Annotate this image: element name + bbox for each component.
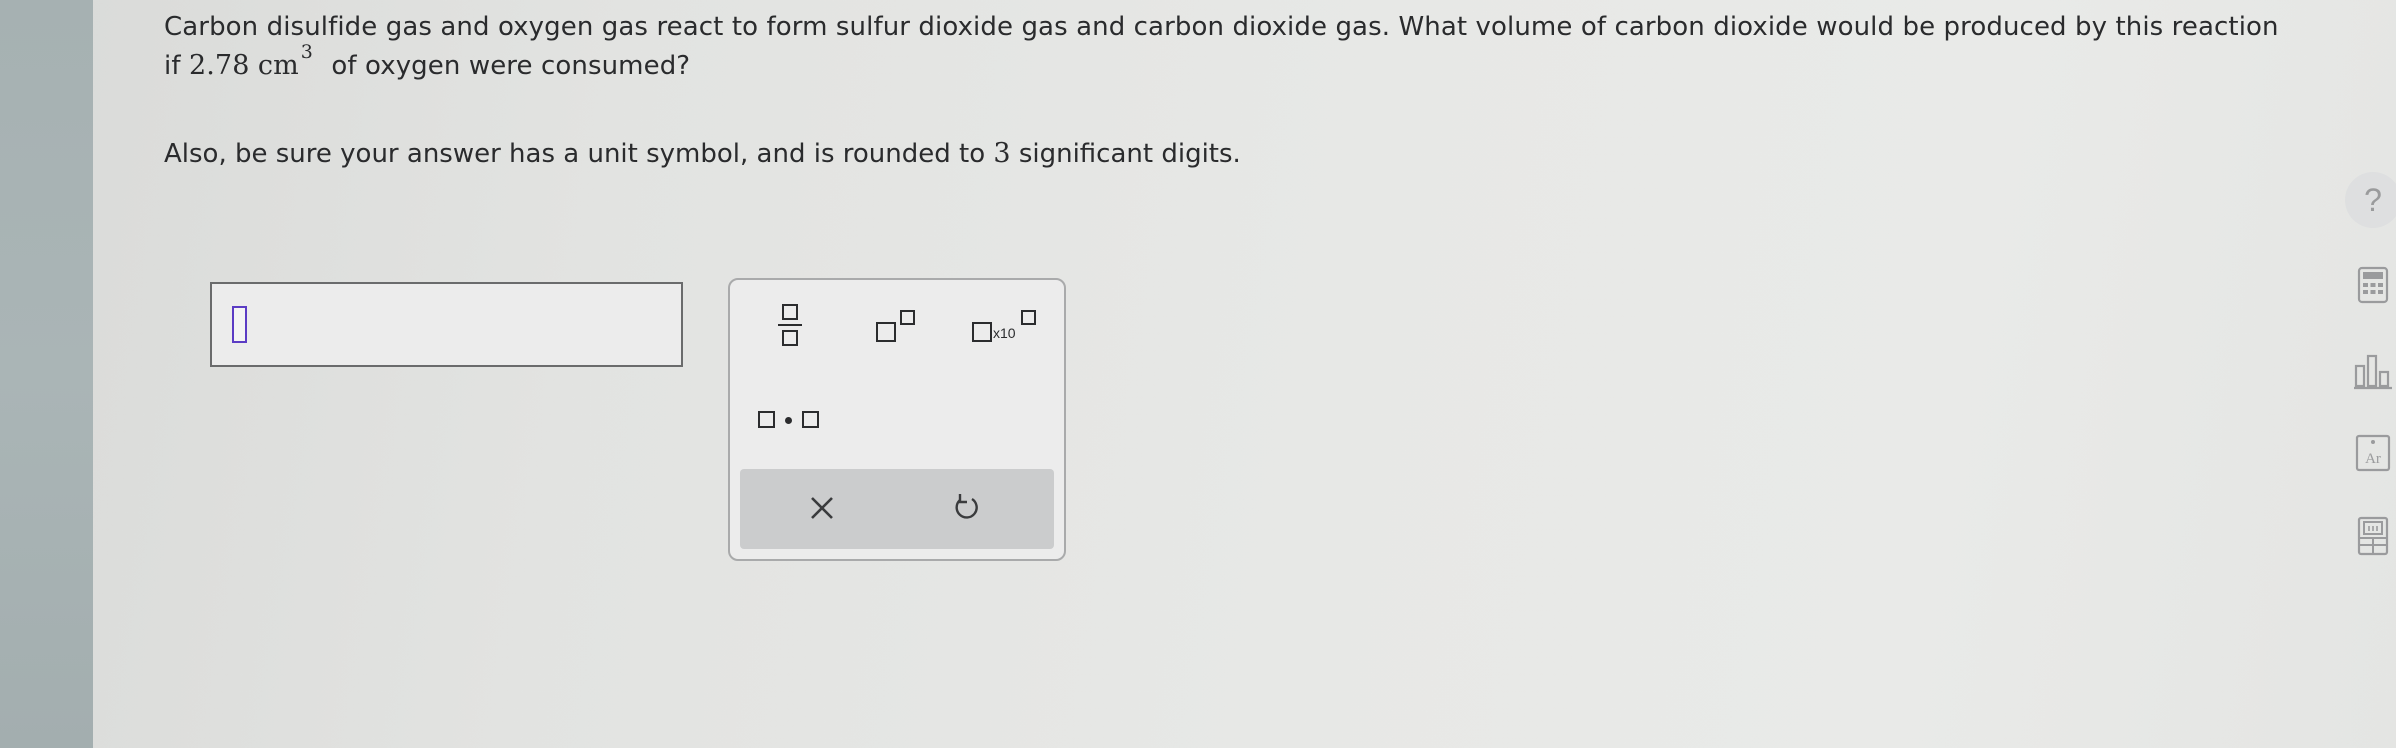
instruction-prefix: Also, be sure your answer has a unit sym…: [164, 139, 986, 169]
calculator-icon: [2357, 266, 2389, 304]
oxygen-volume-value: 2.78: [188, 50, 250, 81]
fraction-denominator-icon: [782, 330, 798, 346]
element-symbol: Ar: [2365, 451, 2381, 467]
dot-right-operand-icon: [802, 411, 819, 428]
question-line-2: if 2.78 cm 3 of oxygen were consumed?: [164, 41, 2304, 85]
input-cursor-slot[interactable]: [232, 306, 247, 343]
instruction-text: Also, be sure your answer has a unit sym…: [164, 137, 1241, 171]
question-suffix: of oxygen were consumed?: [331, 51, 691, 81]
instruction-suffix: significant digits.: [1018, 139, 1241, 169]
superscript-base-icon: [876, 322, 896, 342]
left-border-strip: [0, 0, 93, 748]
dot-left-operand-icon: [758, 411, 775, 428]
question-line-1: Carbon disulfide gas and oxygen gas reac…: [164, 12, 2279, 42]
answer-input[interactable]: [210, 282, 683, 367]
reference-button[interactable]: [2350, 513, 2396, 559]
periodic-table-button[interactable]: Ar: [2350, 430, 2396, 476]
close-icon: [811, 497, 833, 519]
question-text: Carbon disulfide gas and oxygen gas reac…: [164, 10, 2304, 85]
dot-operator-icon: [785, 417, 792, 424]
unit-exponent: 3: [300, 41, 313, 63]
math-palette: x10: [728, 278, 1066, 561]
reference-icon: [2357, 516, 2389, 556]
sig-fig-count: 3: [993, 138, 1011, 169]
calculator-button[interactable]: [2350, 262, 2396, 308]
question-prefix: if: [164, 51, 181, 81]
side-toolbar: Ar: [2350, 0, 2396, 748]
data-button[interactable]: [2350, 348, 2396, 394]
superscript-exponent-icon: [900, 310, 915, 325]
periodic-element-icon: Ar: [2355, 434, 2391, 472]
bar-chart-icon: [2354, 354, 2392, 390]
scientific-notation-button[interactable]: x10: [972, 310, 1038, 346]
palette-footer: [740, 469, 1054, 549]
sci-base-icon: [972, 322, 992, 342]
sci-exponent-icon: [1021, 310, 1036, 325]
clear-button[interactable]: [797, 483, 847, 533]
fraction-numerator-icon: [782, 304, 798, 320]
fraction-button[interactable]: [772, 302, 808, 350]
multiplication-dot-button[interactable]: [758, 408, 822, 432]
undo-icon: [955, 494, 978, 519]
x10-label: x10: [993, 325, 1016, 341]
superscript-button[interactable]: [876, 310, 924, 346]
fraction-bar-icon: [778, 324, 802, 326]
undo-button[interactable]: [941, 483, 991, 533]
oxygen-volume-unit: cm: [257, 50, 299, 81]
